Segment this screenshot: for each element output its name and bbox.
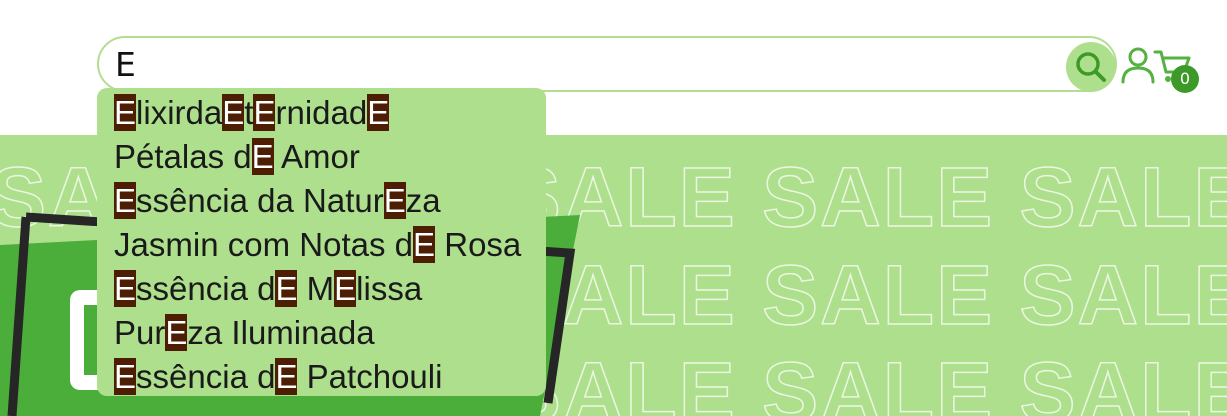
search-input[interactable]	[115, 44, 1015, 84]
search-bar	[97, 36, 1117, 92]
user-icon[interactable]	[1119, 44, 1157, 86]
match-highlight: E	[251, 138, 274, 175]
match-highlight: E	[275, 270, 298, 307]
match-highlight: E	[114, 358, 137, 395]
match-highlight: E	[413, 226, 436, 263]
suggestion-item[interactable]: Pétalas dE Amor	[114, 135, 546, 179]
match-highlight: E	[165, 314, 188, 351]
match-highlight: E	[383, 182, 406, 219]
suggestion-item[interactable]: Essência dE Patchouli	[114, 355, 546, 399]
suggestion-item[interactable]: ElixirdaEtErnidadE	[114, 91, 546, 135]
match-highlight: E	[367, 94, 390, 131]
search-icon	[1076, 52, 1106, 82]
match-highlight: E	[222, 94, 245, 131]
match-highlight: E	[275, 358, 298, 395]
suggestion-item[interactable]: Jasmin com Notas dE Rosa	[114, 223, 546, 267]
match-highlight: E	[114, 182, 137, 219]
suggestion-item[interactable]: Essência da NaturEza	[114, 179, 546, 223]
suggestion-item[interactable]: Essência dE MElissa	[114, 267, 546, 311]
match-highlight: E	[114, 94, 137, 131]
search-button[interactable]	[1066, 42, 1116, 92]
cart-count-badge: 0	[1171, 65, 1199, 93]
match-highlight: E	[114, 270, 137, 307]
suggestion-item[interactable]: PurEza Iluminada	[114, 311, 546, 355]
match-highlight: E	[334, 270, 357, 307]
search-suggestions-dropdown: ElixirdaEtErnidadE Pétalas dE Amor Essên…	[97, 88, 546, 396]
match-highlight: E	[253, 94, 276, 131]
